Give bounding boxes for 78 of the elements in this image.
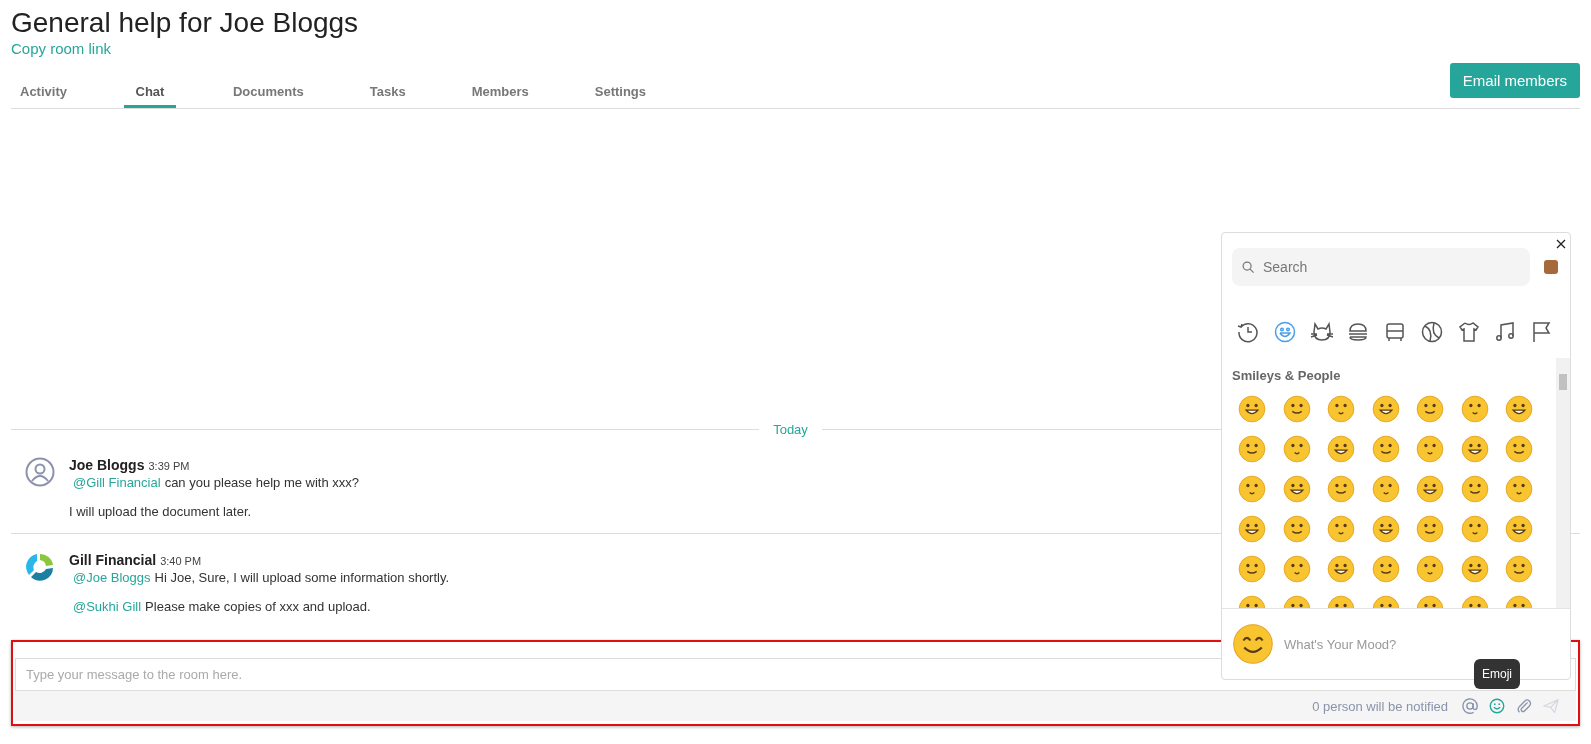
smiley-face-icon[interactable] bbox=[1371, 515, 1400, 543]
smiley-face-icon[interactable] bbox=[1505, 515, 1533, 543]
smiley-face-icon[interactable] bbox=[1238, 555, 1266, 583]
mention-link[interactable]: @Sukhi Gill bbox=[69, 599, 142, 614]
company-logo-icon bbox=[25, 552, 55, 582]
message-text: can you please help me with xxx? bbox=[164, 475, 359, 490]
tab[interactable]: Tasks bbox=[360, 76, 415, 108]
smiley-face-icon[interactable] bbox=[1505, 555, 1533, 583]
smiley-face-icon[interactable] bbox=[1282, 515, 1311, 543]
tab[interactable]: Members bbox=[462, 76, 538, 108]
author-name: Joe Bloggs bbox=[69, 457, 145, 473]
message-text: Hi Joe, Sure, I will upload some information shortly. bbox=[154, 570, 450, 585]
copy-room-link[interactable]: Copy room link bbox=[11, 40, 112, 57]
smiley-face-icon[interactable] bbox=[1416, 555, 1444, 583]
smiley-face-icon bbox=[1232, 623, 1274, 665]
smiley-face-icon[interactable] bbox=[1460, 475, 1489, 503]
mention-icon[interactable] bbox=[1461, 697, 1479, 715]
smiley-face-icon[interactable] bbox=[1416, 475, 1444, 503]
message-time: 3:40 PM bbox=[160, 555, 202, 567]
smiley-face-icon[interactable] bbox=[1371, 435, 1400, 463]
smiley-face-icon[interactable] bbox=[1327, 395, 1355, 423]
tab[interactable]: Documents bbox=[223, 76, 313, 108]
section-heading: Smileys & People bbox=[1232, 368, 1342, 383]
tab[interactable]: Chat bbox=[123, 76, 176, 108]
search-field[interactable]: Search bbox=[1232, 248, 1530, 286]
author-name: Gill Financial bbox=[69, 552, 157, 568]
search-icon bbox=[1242, 260, 1255, 274]
smiley-face-icon[interactable] bbox=[1327, 555, 1355, 583]
close-icon[interactable] bbox=[1556, 239, 1566, 249]
scrollbar[interactable] bbox=[1556, 358, 1570, 608]
smiley-face-icon[interactable] bbox=[1282, 435, 1311, 463]
message-time: 3:39 PM bbox=[148, 460, 190, 472]
bus-icon[interactable] bbox=[1383, 320, 1407, 344]
mention-link[interactable]: @Gill Financial bbox=[69, 475, 161, 490]
room-title: General help for Joe Bloggs bbox=[11, 6, 360, 40]
smiley-face-icon[interactable] bbox=[1460, 555, 1489, 583]
smiley-face-icon[interactable] bbox=[1371, 395, 1400, 423]
smiley-face-icon[interactable] bbox=[1460, 395, 1489, 423]
smiley-face-icon[interactable] bbox=[1416, 435, 1444, 463]
smiley-face-icon[interactable] bbox=[1416, 515, 1444, 543]
smiley-icon[interactable] bbox=[1272, 320, 1297, 344]
smiley-face-icon[interactable] bbox=[1416, 395, 1444, 423]
email-members-button[interactable]: Email members bbox=[1449, 63, 1580, 98]
smiley-face-icon[interactable] bbox=[1238, 515, 1266, 543]
smiley-face-icon[interactable] bbox=[1505, 395, 1533, 423]
smiley-face-icon[interactable] bbox=[1327, 435, 1355, 463]
smiley-icon[interactable] bbox=[1488, 697, 1506, 715]
smiley-face-icon[interactable] bbox=[1238, 395, 1266, 423]
smiley-face-icon[interactable] bbox=[1327, 475, 1355, 503]
ball-icon[interactable] bbox=[1419, 320, 1444, 344]
tooltip: Emoji bbox=[1474, 659, 1520, 689]
smiley-face-icon[interactable] bbox=[1371, 555, 1400, 583]
smiley-face-icon[interactable] bbox=[1327, 515, 1355, 543]
day-divider-label: Today bbox=[773, 422, 808, 437]
smiley-face-icon[interactable] bbox=[1238, 475, 1266, 503]
tab[interactable]: Activity bbox=[11, 76, 76, 108]
mention-link[interactable]: @Joe Bloggs bbox=[69, 570, 151, 585]
smiley-face-icon[interactable] bbox=[1460, 435, 1489, 463]
message-text: I will upload the document later. bbox=[69, 504, 252, 519]
smiley-face-icon[interactable] bbox=[1282, 475, 1311, 503]
clock-icon[interactable] bbox=[1236, 320, 1260, 344]
smiley-face-icon[interactable] bbox=[1282, 555, 1311, 583]
notify-notice: 0 person will be notified bbox=[1312, 698, 1448, 714]
search-input[interactable]: Search bbox=[1261, 258, 1465, 276]
tab[interactable]: Settings bbox=[585, 76, 656, 108]
smiley-face-icon[interactable] bbox=[1282, 395, 1311, 423]
smiley-face-icon[interactable] bbox=[1371, 475, 1400, 503]
user-avatar-icon bbox=[25, 457, 55, 487]
skin-tone-swatch[interactable] bbox=[1544, 260, 1558, 274]
mood-prompt: What's Your Mood? bbox=[1284, 636, 1397, 652]
smiley-face-icon[interactable] bbox=[1460, 515, 1489, 543]
message-text: Please make copies of xxx and upload. bbox=[145, 599, 371, 614]
smiley-face-icon[interactable] bbox=[1505, 475, 1533, 503]
shirt-icon[interactable] bbox=[1456, 320, 1481, 344]
paperclip-icon[interactable] bbox=[1515, 697, 1533, 715]
smiley-face-icon[interactable] bbox=[1505, 435, 1533, 463]
cat-icon[interactable] bbox=[1309, 320, 1334, 344]
smiley-face-icon[interactable] bbox=[1238, 435, 1266, 463]
